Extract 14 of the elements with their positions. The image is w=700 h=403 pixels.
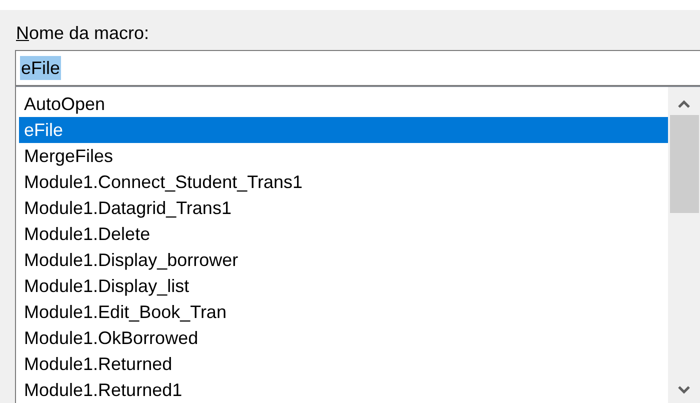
macro-list-item[interactable]: Module1.Display_borrower — [19, 247, 668, 273]
macro-list-item[interactable]: Module1.OkBorrowed — [19, 325, 668, 351]
macro-name-label: Nome da macro: — [16, 22, 150, 44]
macro-list-item[interactable]: Module1.Delete — [19, 221, 668, 247]
macro-list-item[interactable]: Module1.Returned — [19, 351, 668, 377]
macro-list-item[interactable]: Module1.Display_list — [19, 273, 668, 299]
macro-list-item[interactable]: Module1.Connect_Student_Trans1 — [19, 169, 668, 195]
macro-list-item[interactable]: Module1.Returned1 — [19, 377, 668, 403]
macro-list-item[interactable]: MergeFiles — [19, 143, 668, 169]
macro-list-item[interactable]: Module1.Datagrid_Trans1 — [19, 195, 668, 221]
macro-name-field[interactable]: eFile — [15, 50, 700, 86]
macro-list-item[interactable]: AutoOpen — [19, 91, 668, 117]
macro-list-item[interactable]: Module1.Edit_Book_Tran — [19, 299, 668, 325]
macro-list-item[interactable]: eFile — [19, 117, 668, 143]
